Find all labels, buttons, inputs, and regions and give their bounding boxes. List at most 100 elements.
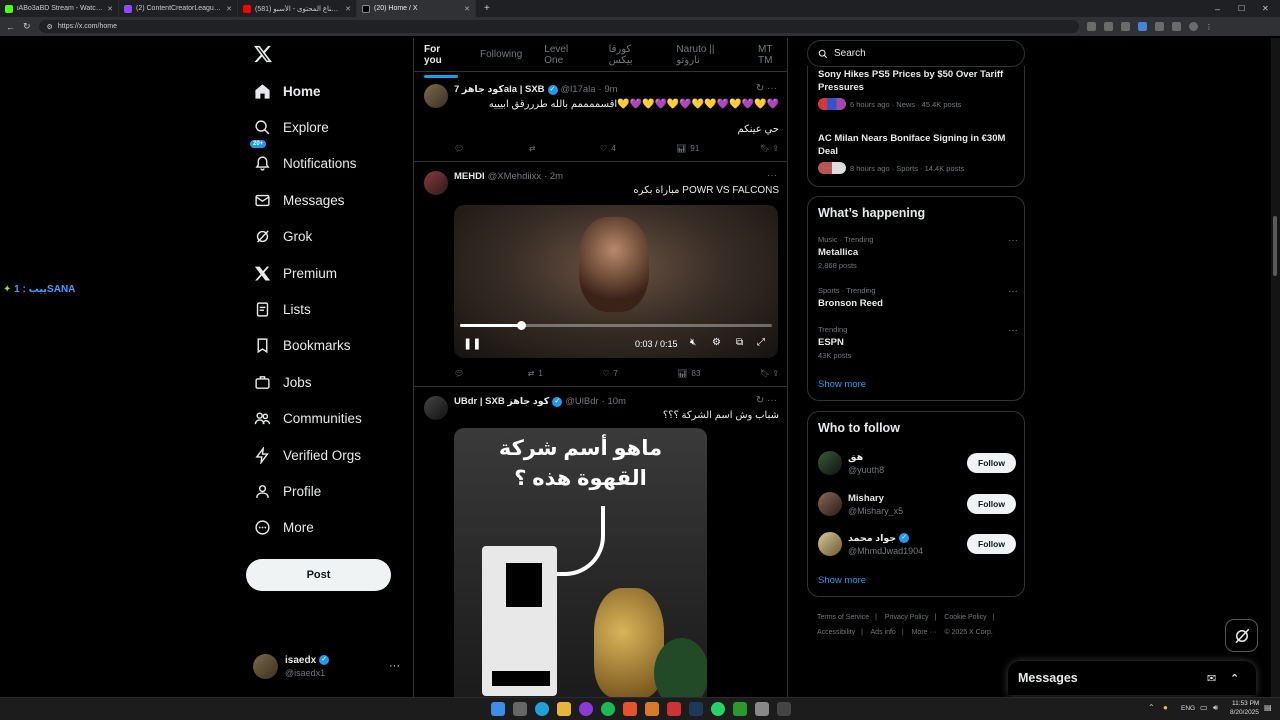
- show-more-link[interactable]: Show more: [818, 379, 866, 390]
- app-icon[interactable]: [623, 702, 637, 716]
- nav-notifications[interactable]: 20+ Notifications: [246, 139, 411, 182]
- tab-level-one[interactable]: Level One: [544, 44, 586, 66]
- account-more-icon[interactable]: ···: [389, 660, 400, 672]
- bookmark-share-buttons[interactable]: 🔖︎ ⇪: [760, 369, 779, 378]
- tweet-time[interactable]: · 2m: [544, 171, 563, 182]
- footer-link[interactable]: Cookie Policy: [944, 614, 986, 621]
- minimize-icon[interactable]: –: [1215, 4, 1220, 14]
- scrollbar-thumb[interactable]: [1273, 216, 1277, 276]
- account-switcher[interactable]: isaedx ✓ @isaedx1 ···: [253, 651, 403, 681]
- tweet-handle[interactable]: @UlBdr: [565, 396, 598, 407]
- app-icon[interactable]: [601, 702, 615, 716]
- extension-icon[interactable]: [1154, 22, 1164, 31]
- tweet-author-name[interactable]: كود جاهز 7ala | SXB: [454, 84, 545, 95]
- trend-item[interactable]: Music · Trending Metallica 2,868 posts ·…: [818, 235, 1018, 270]
- bookmark-star-icon[interactable]: [1137, 22, 1147, 31]
- app-icon[interactable]: [645, 702, 659, 716]
- tweet-more-icon[interactable]: ↻ ···: [756, 395, 777, 406]
- close-window-icon[interactable]: ✕: [1262, 4, 1269, 13]
- app-icon[interactable]: [667, 702, 681, 716]
- tweet-author-name[interactable]: UBdr | SXB كود جاهز: [454, 396, 549, 407]
- tab-mt[interactable]: MT TM: [758, 44, 787, 66]
- clock-date[interactable]: 8/20/2025: [1230, 709, 1259, 716]
- browser-tab[interactable]: (581) دوري صناع المحتوى - الأسبو ✕: [238, 0, 357, 17]
- trend-more-icon[interactable]: ···: [1008, 286, 1018, 297]
- tab-naruto[interactable]: Naruto || ناروتو: [676, 44, 736, 66]
- nav-messages[interactable]: Messages: [246, 182, 411, 218]
- tweet-handle[interactable]: @l17ala: [561, 84, 596, 95]
- retweet-button[interactable]: ⇄: [529, 144, 540, 153]
- nav-more[interactable]: More: [246, 510, 411, 546]
- trend-item[interactable]: Sports · Trending Bronson Reed ···: [818, 286, 1018, 312]
- tab-following[interactable]: Following: [480, 49, 522, 60]
- back-icon[interactable]: ←: [6, 22, 15, 32]
- video-scrub-handle[interactable]: [517, 321, 526, 330]
- views-button[interactable]: 📊︎ 83: [677, 369, 700, 378]
- avatar[interactable]: [424, 84, 448, 108]
- tweet[interactable]: MEHDI @XMehdiixx · 2m ··· مباراة بكره PO…: [414, 163, 787, 387]
- close-tab-icon[interactable]: ✕: [464, 5, 470, 13]
- tweet-time[interactable]: · 9m: [599, 84, 618, 95]
- new-tab-icon[interactable]: +: [484, 3, 490, 14]
- like-button[interactable]: ♡ 7: [602, 369, 618, 378]
- close-tab-icon[interactable]: ✕: [345, 5, 351, 13]
- nav-home[interactable]: Home: [246, 73, 411, 109]
- tweet[interactable]: كود جاهز 7ala | SXB ✓ @l17ala · 9m ↻ ···…: [414, 76, 787, 162]
- retweet-button[interactable]: ⇄ 1: [528, 369, 543, 378]
- extension-icon[interactable]: [1120, 22, 1130, 31]
- explorer-icon[interactable]: [557, 702, 571, 716]
- close-tab-icon[interactable]: ✕: [107, 5, 113, 13]
- nav-bookmarks[interactable]: Bookmarks: [246, 328, 411, 364]
- browser-tab[interactable]: iABo3aBD Stream - Watch Live o ✕: [0, 0, 119, 17]
- steam-icon[interactable]: [689, 702, 703, 716]
- site-info-icon[interactable]: ⚙: [47, 23, 53, 31]
- spotify-icon[interactable]: [579, 702, 593, 716]
- page-scrollbar[interactable]: [1271, 38, 1280, 697]
- new-message-icon[interactable]: ✉: [1207, 672, 1216, 685]
- app-icon[interactable]: [755, 702, 769, 716]
- url-field[interactable]: ⚙ https://x.com/home: [38, 20, 1079, 33]
- pip-icon[interactable]: ⧉: [736, 337, 743, 348]
- browser-tab-active[interactable]: (20) Home / X ✕: [357, 0, 476, 17]
- tweet-more-icon[interactable]: ↻ ···: [756, 83, 777, 94]
- tab-list[interactable]: كورقا بيكس: [609, 44, 655, 66]
- post-button[interactable]: Post: [246, 559, 391, 591]
- nav-profile[interactable]: Profile: [246, 473, 411, 509]
- nav-explore[interactable]: Explore: [246, 109, 411, 145]
- messages-drawer[interactable]: Messages ✉ ⌃: [1008, 661, 1256, 695]
- tweet[interactable]: UBdr | SXB كود جاهز ✓ @UlBdr · 10m ↻ ···…: [414, 388, 787, 698]
- follow-button[interactable]: Follow: [967, 453, 1016, 473]
- language-indicator[interactable]: ENG: [1181, 705, 1195, 712]
- footer-link[interactable]: Privacy Policy: [885, 614, 929, 621]
- follow-button[interactable]: Follow: [967, 534, 1016, 554]
- avatar[interactable]: [818, 492, 842, 516]
- expand-drawer-icon[interactable]: ⌃: [1230, 672, 1239, 685]
- follow-suggestion[interactable]: هق @yuuth8 Follow: [818, 448, 1016, 478]
- follow-suggestion[interactable]: Mishary @Mishary_x5 Follow: [818, 489, 1016, 519]
- avatar[interactable]: [818, 451, 842, 475]
- reload-icon[interactable]: ↻: [23, 21, 31, 32]
- extension-icon[interactable]: [1103, 22, 1113, 31]
- tweet-handle[interactable]: @XMehdiixx: [488, 171, 541, 182]
- video-player[interactable]: ❚❚ 0:03 / 0:15 🔇︎ ⚙ ⧉ ⤢: [454, 205, 778, 358]
- footer-link[interactable]: Accessibility: [817, 629, 855, 636]
- xbox-icon[interactable]: [733, 702, 747, 716]
- footer-link[interactable]: Ads info: [871, 629, 896, 636]
- settings-icon[interactable]: ⚙: [712, 337, 721, 348]
- tab-for-you[interactable]: For you: [424, 44, 459, 78]
- search-input[interactable]: Search: [807, 40, 1025, 67]
- reply-button[interactable]: 💬︎: [454, 144, 468, 153]
- footer-link[interactable]: Terms of Service: [817, 614, 869, 621]
- mute-icon[interactable]: 🔇︎: [690, 337, 696, 348]
- nav-communities[interactable]: Communities: [246, 401, 411, 437]
- nav-premium[interactable]: Premium: [246, 255, 411, 291]
- edge-icon[interactable]: [535, 702, 549, 716]
- nav-verified-orgs[interactable]: Verified Orgs: [246, 437, 411, 473]
- extension-icon[interactable]: [1171, 22, 1181, 31]
- bookmark-share-buttons[interactable]: 🔖︎ ⇪: [760, 144, 779, 153]
- profile-icon[interactable]: [1188, 22, 1198, 31]
- tweet-time[interactable]: · 10m: [602, 396, 626, 407]
- close-tab-icon[interactable]: ✕: [226, 5, 232, 13]
- microphone-icon[interactable]: ●: [1163, 703, 1168, 712]
- tray-arrow-icon[interactable]: ⌃: [1148, 703, 1155, 712]
